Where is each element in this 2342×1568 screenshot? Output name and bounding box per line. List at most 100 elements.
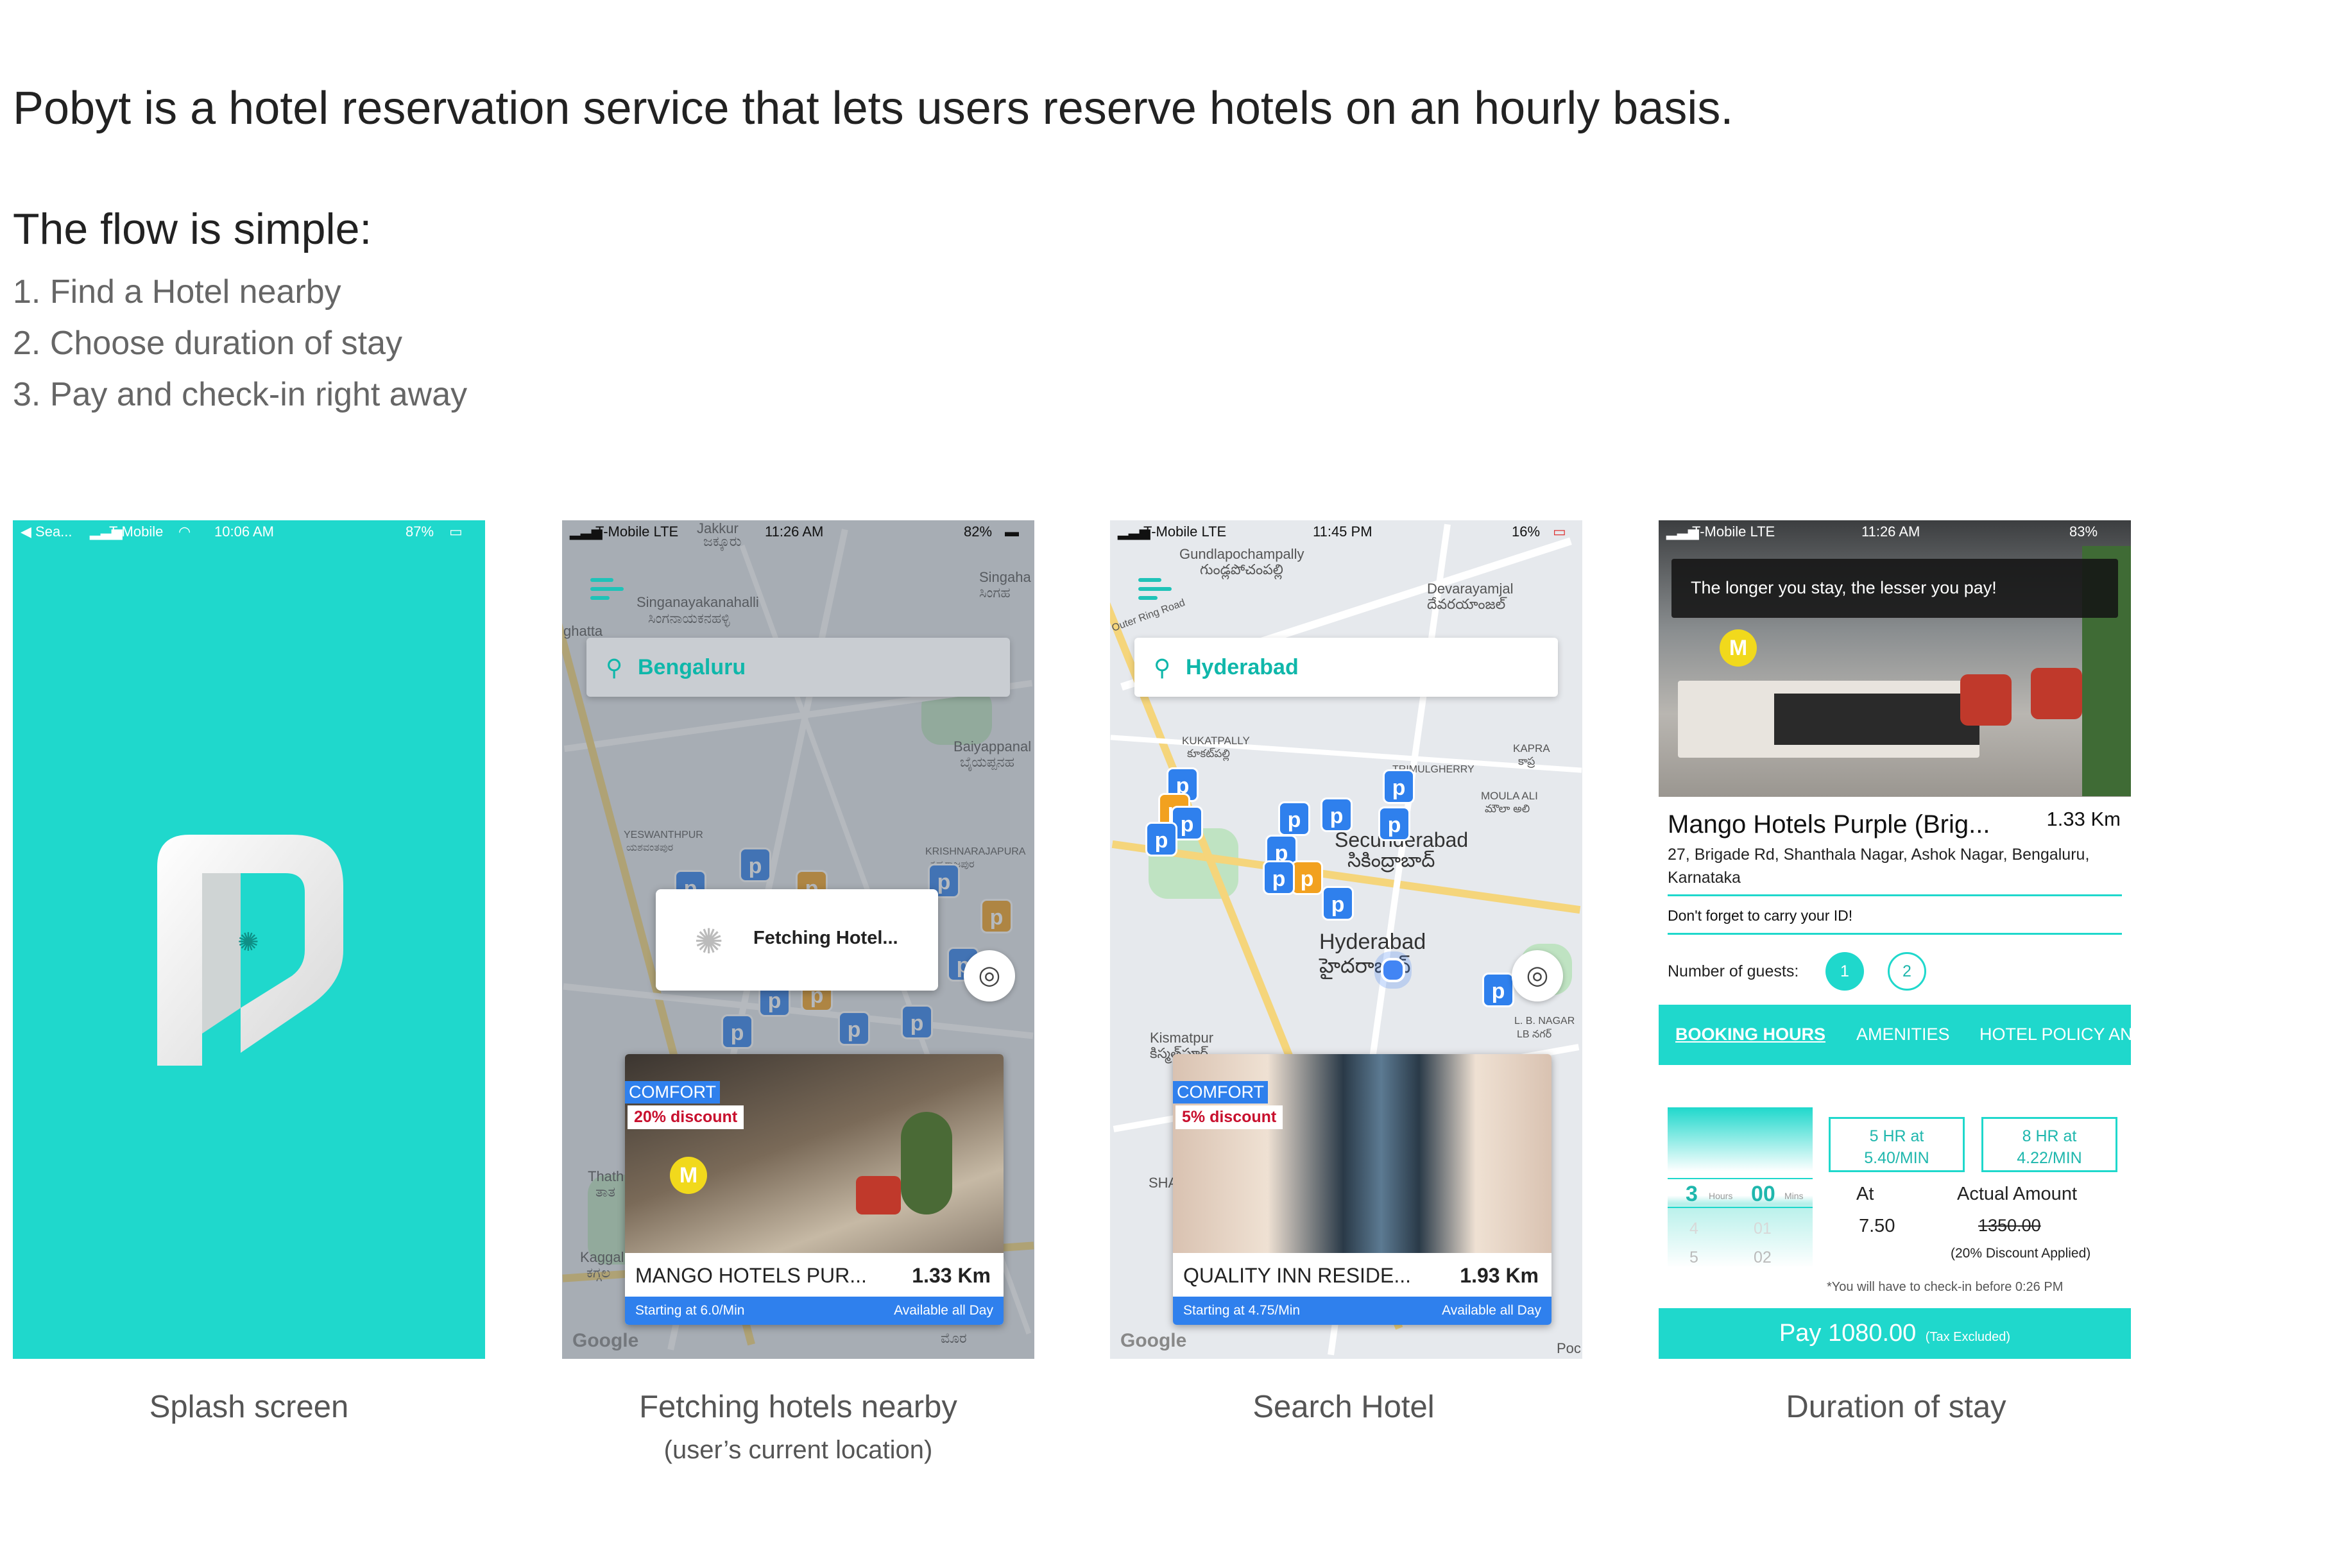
hours-unit: Hours — [1709, 1191, 1733, 1201]
time: 10:06 AM — [214, 524, 274, 540]
id-reminder: Don't forget to carry your ID! — [1668, 907, 1853, 924]
fetching-dialog: ✺ Fetching Hotel... — [656, 889, 938, 991]
my-location-button[interactable]: ◎ — [1512, 950, 1563, 1001]
category-tag: COMFORT — [1173, 1081, 1268, 1104]
search-input[interactable]: Hyderabad — [1186, 655, 1299, 680]
carrier: T-Mobile LTE — [1143, 524, 1227, 540]
battery-percent: 82% — [964, 524, 993, 540]
plan-line: 8 HR at — [2022, 1127, 2077, 1145]
tab-booking-hours[interactable]: BOOKING HOURS — [1675, 1025, 1825, 1044]
search-input[interactable]: Bengaluru — [638, 655, 746, 680]
hotel-pin[interactable]: p — [1278, 801, 1310, 836]
caption-search: Search Hotel — [1252, 1390, 1435, 1424]
guest-option-2[interactable]: 2 — [1888, 952, 1926, 991]
back-to-app[interactable]: ◀ Sea... — [21, 524, 73, 540]
hotel-pin[interactable]: p — [1291, 860, 1323, 895]
search-bar[interactable]: ⚲ Bengaluru — [586, 638, 1010, 697]
hotel-pin[interactable]: p — [1378, 806, 1410, 841]
picker-line — [1668, 1178, 1813, 1179]
map-label: KAPRA — [1513, 742, 1550, 754]
carrier: T-Mobile — [109, 524, 164, 540]
intro-text: Pobyt is a hotel reservation service tha… — [13, 83, 1734, 134]
status-bar: ▂▃▅ T-Mobile LTE 11:26 AM 82% ▬ — [562, 520, 1034, 542]
chair-decor — [856, 1176, 901, 1214]
map-label: Gundlapochampally — [1179, 546, 1304, 562]
pay-label: Pay 1080.00 — [1779, 1320, 1917, 1347]
plan-rate: 4.22/MIN — [2017, 1149, 2082, 1167]
menu-icon[interactable] — [1138, 578, 1172, 602]
hotel-pin[interactable]: p — [1321, 797, 1353, 832]
divider — [1668, 933, 2122, 935]
actual-amount-label: Actual Amount — [1957, 1184, 2077, 1204]
menu-icon[interactable] — [590, 578, 624, 602]
hotel-distance: 1.33 Km — [2046, 808, 2121, 830]
search-bar[interactable]: ⚲ Hyderabad — [1134, 638, 1558, 697]
google-logo: Google — [1120, 1330, 1187, 1351]
starting-price: Starting at 6.0/Min — [635, 1303, 745, 1318]
hotel-pin[interactable]: p — [1383, 769, 1415, 804]
map-label: LB నగర్ — [1517, 1029, 1552, 1040]
my-location-button[interactable]: ◎ — [964, 950, 1015, 1001]
search-icon: ⚲ — [1154, 654, 1171, 681]
availability: Available all Day — [1442, 1303, 1541, 1318]
mins-value[interactable]: 00 — [1751, 1182, 1775, 1207]
map-label: KUKATPALLY — [1182, 735, 1250, 747]
mins-next: 01 — [1754, 1220, 1772, 1238]
loading-text: Fetching Hotel... — [753, 928, 898, 948]
caption-splash: Splash screen — [149, 1390, 349, 1424]
hotel-card[interactable]: COMFORT 5% discount QUALITY INN RESIDE..… — [1173, 1054, 1551, 1325]
discount-badge: 5% discount — [1175, 1105, 1283, 1129]
plan-rate: 5.40/MIN — [1864, 1149, 1929, 1167]
search-screen: Gundlapochampally గుండ్లపోచంపల్లి Outer … — [1110, 520, 1582, 1359]
hotel-distance: 1.93 Km — [1460, 1264, 1539, 1287]
map-label: మౌలా అలి — [1485, 803, 1530, 815]
chair-decor — [2031, 668, 2082, 719]
wifi-icon: ◠ — [178, 524, 191, 540]
category-tag: COMFORT — [625, 1081, 720, 1104]
starting-price: Starting at 4.75/Min — [1183, 1303, 1301, 1318]
plan-8hr[interactable]: 8 HR at 4.22/MIN — [1981, 1117, 2117, 1172]
flow-title: The flow is simple: — [13, 205, 372, 253]
map-label: L. B. NAGAR — [1514, 1016, 1575, 1027]
hotel-pin[interactable]: p — [1482, 973, 1514, 1007]
chair-decor — [1960, 674, 2012, 726]
map-label: కూకట్‌పల్లి — [1187, 747, 1230, 760]
tab-hotel-policy[interactable]: HOTEL POLICY AN — [1979, 1025, 2131, 1044]
guest-option-1[interactable]: 1 — [1825, 952, 1864, 991]
hotel-card[interactable]: M COMFORT 20% discount MANGO HOTELS PUR.… — [625, 1054, 1004, 1325]
battery-icon: ▭ — [1553, 524, 1566, 540]
tab-amenities[interactable]: AMENITIES — [1856, 1025, 1950, 1044]
plan-line: 5 HR at — [1869, 1127, 1924, 1145]
pay-button[interactable]: Pay 1080.00 (Tax Excluded) — [1659, 1308, 2131, 1359]
map-label: కాప్ర — [1518, 755, 1535, 767]
map-label: Devarayamjal — [1427, 581, 1514, 597]
guests-label: Number of guests: — [1668, 962, 1799, 980]
carrier: T-Mobile LTE — [1692, 524, 1775, 540]
map-label: సికింద్రాబాద్ — [1347, 850, 1435, 871]
hours-next: 4 — [1689, 1220, 1698, 1238]
tax-note: (Tax Excluded) — [1925, 1330, 2011, 1344]
hotel-logo: M — [670, 1157, 707, 1194]
duration-picker[interactable]: 3 Hours 00 Mins 4 5 01 02 — [1668, 1107, 1813, 1268]
step-3: 3. Pay and check-in right away — [13, 376, 468, 413]
time: 11:26 AM — [765, 524, 824, 540]
map-label: Outer Ring Road — [1110, 597, 1187, 635]
hotel-logo: M — [1720, 629, 1757, 667]
battery-percent: 83% — [2069, 524, 2098, 540]
hotel-pin[interactable]: p — [1145, 822, 1177, 856]
current-location-dot — [1381, 958, 1405, 982]
rate-value: 7.50 — [1859, 1216, 1895, 1236]
plan-5hr[interactable]: 5 HR at 5.40/MIN — [1829, 1117, 1965, 1172]
map-label: Hyderabad — [1319, 930, 1426, 954]
actual-amount-value: 1350.00 — [1978, 1216, 2041, 1235]
divider — [1668, 894, 2122, 896]
savings-toast: The longer you stay, the lesser you pay! — [1671, 559, 2118, 618]
hotel-pin[interactable]: p — [1263, 860, 1295, 895]
mins-unit: Mins — [1784, 1191, 1804, 1201]
subcaption-fetching: (user’s current location) — [663, 1436, 933, 1464]
hotel-pin[interactable]: p — [1322, 886, 1354, 921]
mins-next: 02 — [1754, 1248, 1772, 1266]
duration-screen: ▂▃▅ T-Mobile LTE 11:26 AM 83% The longer… — [1659, 520, 2131, 1359]
hours-value[interactable]: 3 — [1686, 1182, 1698, 1207]
availability: Available all Day — [894, 1303, 993, 1318]
